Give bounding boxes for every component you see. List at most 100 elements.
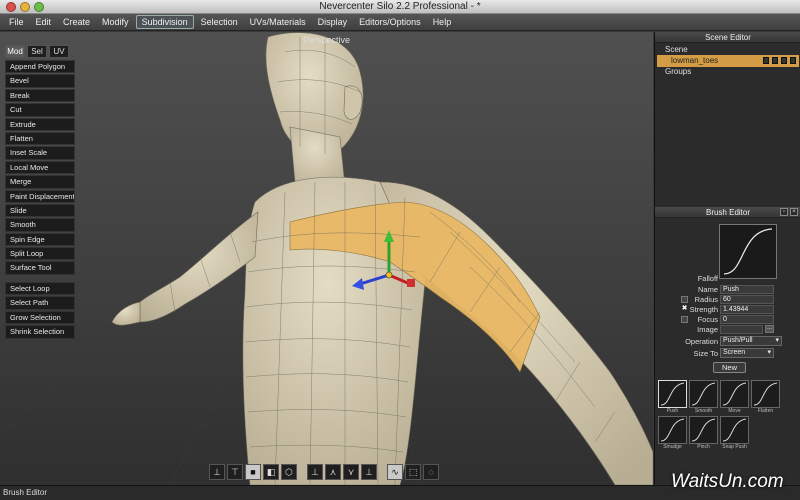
object-name: lowman_toes (671, 56, 719, 65)
break-button[interactable]: Break (5, 88, 75, 103)
sizeto-select[interactable]: Screen (720, 348, 774, 358)
select-path-button[interactable]: Select Path (5, 296, 75, 310)
preset-pinch-icon (689, 416, 718, 444)
lock-icon[interactable] (772, 57, 778, 64)
select-curve-icon[interactable]: ∿ (387, 464, 403, 480)
preset-smudge[interactable]: Smudge (658, 416, 687, 450)
new-brush-button[interactable]: New (713, 362, 746, 373)
tool-tabs: Mod Sel UV (5, 45, 69, 58)
preset-smooth[interactable]: Smooth (689, 380, 718, 414)
paint-displacement-button[interactable]: Paint Displacement (5, 189, 75, 203)
append-polygon-button[interactable]: Append Polygon (5, 60, 75, 74)
image-label: Image (697, 325, 718, 334)
flatten-button[interactable]: Flatten (5, 131, 75, 146)
model-render (0, 32, 653, 485)
app-window: Nevercenter Silo 2.2 Professional - * Fi… (0, 0, 800, 500)
preset-pinch[interactable]: Pinch (689, 416, 718, 450)
menu-display[interactable]: Display (313, 16, 353, 28)
viewport-label: Perspective (302, 35, 351, 45)
view-front-icon[interactable]: ⊥ (209, 464, 225, 480)
menu-selection[interactable]: Selection (196, 16, 243, 28)
tab-selection[interactable]: Sel (27, 45, 47, 58)
strength-field[interactable]: 1.43944 (720, 305, 774, 314)
eye-icon[interactable] (781, 57, 787, 64)
operation-select[interactable]: Push/Pull (720, 336, 782, 346)
menu-file[interactable]: File (4, 16, 29, 28)
preset-smudge-icon (658, 416, 687, 444)
tab-uv[interactable]: UV (49, 45, 69, 58)
visibility-icon[interactable] (763, 57, 769, 64)
axis-all-icon[interactable]: ⊥ (361, 464, 377, 480)
view-shaded-icon[interactable]: ■ (245, 464, 261, 480)
scene-tree: Scene lowman_toes Groups (655, 43, 800, 79)
name-field[interactable]: Push (720, 285, 774, 294)
tab-modify[interactable]: Mod (5, 45, 25, 58)
cut-button[interactable]: Cut (5, 103, 75, 117)
scene-editor-header: Scene Editor (655, 32, 800, 43)
select-loop-button[interactable]: Select Loop (5, 282, 75, 296)
image-field[interactable] (720, 325, 763, 334)
menu-create[interactable]: Create (58, 16, 95, 28)
image-browse-button[interactable]: ... (765, 325, 774, 333)
selection-tool-list: Select Loop Select Path Grow Selection S… (5, 282, 75, 339)
menu-modify[interactable]: Modify (97, 16, 134, 28)
brush-editor-panel: Brush Editor ▫ × Falloff Name Push Radiu… (655, 207, 800, 485)
inset-scale-button[interactable]: Inset Scale (5, 146, 75, 160)
preset-move[interactable]: Move (720, 380, 749, 414)
preset-flatten[interactable]: Flatten (751, 380, 780, 414)
falloff-curve-editor[interactable] (719, 224, 777, 279)
scene-editor-title: Scene Editor (705, 33, 751, 42)
tree-scene[interactable]: Scene (657, 45, 799, 55)
scene-editor-panel: Scene Editor Scene lowman_toes Groups (655, 32, 800, 207)
slide-button[interactable]: Slide (5, 203, 75, 218)
bottom-toolbar: ⊥ ⊤ ■ ◧ ⬡ ⊥ ⋏ ⋎ ⊥ ∿ ⬚ ◌ (209, 464, 439, 480)
view-wire-cube-icon[interactable]: ⬡ (281, 464, 297, 480)
tree-object-selected[interactable]: lowman_toes (657, 55, 799, 67)
view-side-icon[interactable]: ⊤ (227, 464, 243, 480)
grow-selection-button[interactable]: Grow Selection (5, 310, 75, 325)
select-lasso-icon[interactable]: ◌ (423, 464, 439, 480)
tree-groups[interactable]: Groups (657, 67, 799, 77)
preset-push[interactable]: Push (658, 380, 687, 414)
title-bar: Nevercenter Silo 2.2 Professional - * (0, 0, 800, 14)
radius-label: Radius (694, 295, 718, 304)
surface-tool-button[interactable]: Surface Tool (5, 261, 75, 275)
sizeto-label: Size To (693, 349, 718, 358)
preset-snap-push[interactable]: Snap Push (720, 416, 749, 450)
merge-button[interactable]: Merge (5, 175, 75, 189)
menu-subdivision[interactable]: Subdivision (135, 15, 194, 29)
bevel-button[interactable]: Bevel (5, 74, 75, 88)
menu-edit[interactable]: Edit (31, 16, 57, 28)
name-label: Name (697, 285, 718, 294)
panel-close-icon[interactable]: × (790, 208, 798, 216)
operation-label: Operation (685, 337, 718, 346)
shrink-selection-button[interactable]: Shrink Selection (5, 325, 75, 339)
menu-uvs-materials[interactable]: UVs/Materials (245, 16, 311, 28)
falloff-label: Falloff (697, 274, 718, 283)
split-loop-button[interactable]: Split Loop (5, 247, 75, 261)
spin-edge-button[interactable]: Spin Edge (5, 232, 75, 247)
panel-collapse-icon[interactable]: ▫ (780, 208, 788, 216)
watermark: WaitsUn.com (671, 471, 784, 492)
preset-push-icon (658, 380, 687, 408)
focus-field[interactable]: 0 (720, 315, 774, 324)
preset-move-icon (720, 380, 749, 408)
brush-editor-header: Brush Editor ▫ × (655, 207, 800, 218)
radius-field[interactable]: 60 (720, 295, 774, 304)
axis-y-icon[interactable]: ⋏ (325, 464, 341, 480)
extrude-button[interactable]: Extrude (5, 117, 75, 131)
material-icon[interactable] (790, 57, 796, 64)
brush-presets: Push Smooth Move Flatten Smudge Pinch Sn… (658, 380, 782, 452)
menu-editors-options[interactable]: Editors/Options (354, 16, 426, 28)
axis-x-icon[interactable]: ⊥ (307, 464, 323, 480)
local-move-button[interactable]: Local Move (5, 160, 75, 175)
view-cube-icon[interactable]: ◧ (263, 464, 279, 480)
menu-help[interactable]: Help (428, 16, 457, 28)
focus-label: Focus (697, 315, 718, 324)
perspective-viewport[interactable]: Perspective Mod Sel UV Append Polygon Be… (0, 32, 653, 485)
modify-tool-list: Append Polygon Bevel Break Cut Extrude F… (5, 60, 75, 275)
axis-z-icon[interactable]: ⋎ (343, 464, 359, 480)
strength-label: Strength (689, 305, 718, 314)
select-rect-icon[interactable]: ⬚ (405, 464, 421, 480)
smooth-button[interactable]: Smooth (5, 218, 75, 232)
